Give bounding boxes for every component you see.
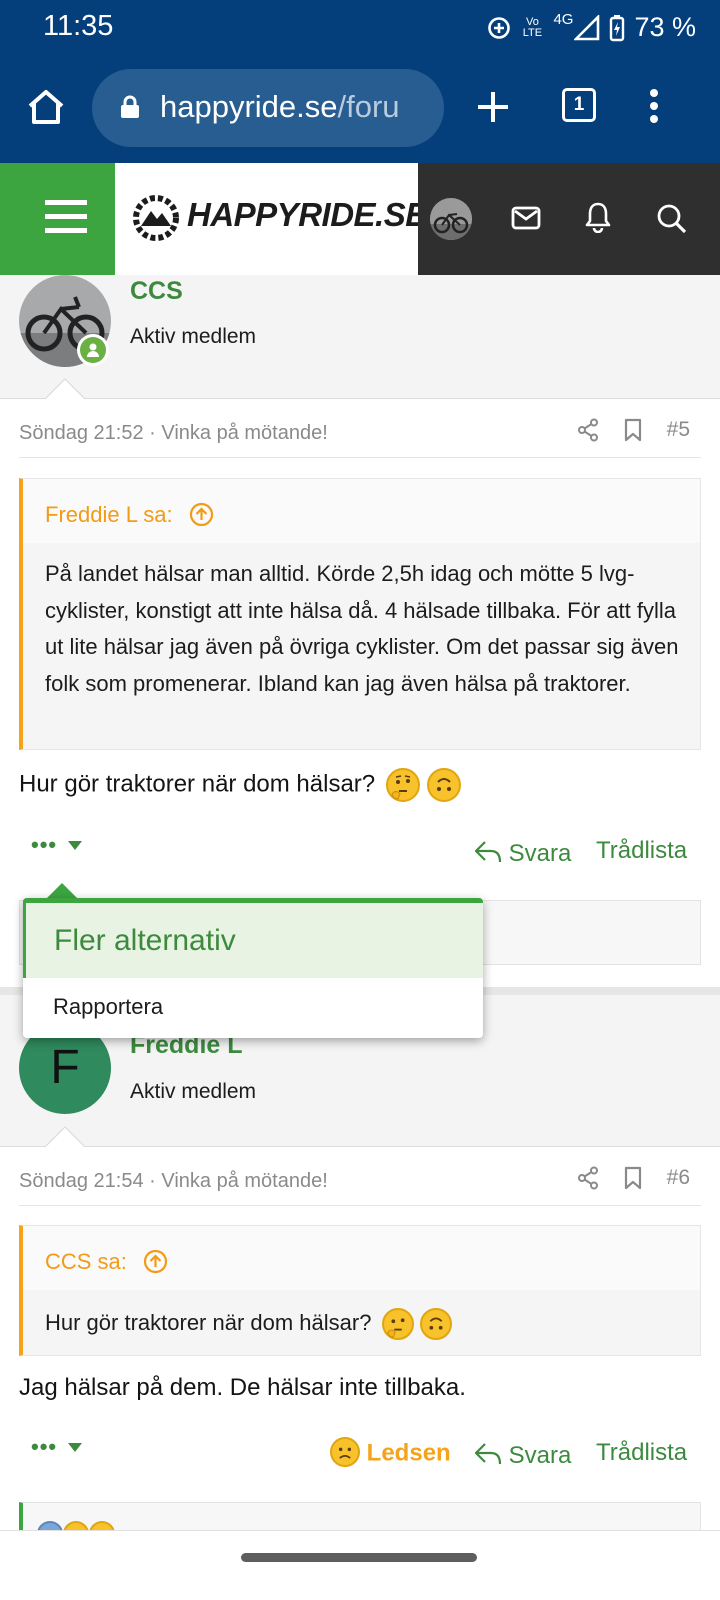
share-icon[interactable] [577,1166,599,1190]
user-icon [87,343,99,357]
home-icon[interactable] [25,86,67,128]
arrow-up-circle-icon [189,502,213,527]
quote-text: Hur gör traktorer när dom hälsar? [23,1290,700,1356]
status-bar: 11:35 Vo LTE 4G 73 % [0,0,720,56]
more-options-button[interactable]: ••• [31,1434,83,1460]
arrow-up-circle-icon [143,1249,168,1274]
avatar-letter: F [50,1041,80,1094]
more-menu-icon[interactable] [648,88,660,124]
reply-label: Svara [508,1442,572,1469]
quote-header[interactable]: Freddie L sa: [23,479,700,543]
post-tools: #6 [577,1166,690,1190]
user-avatar[interactable] [430,198,472,240]
url-host: happyride.se [160,89,338,124]
quote-text: På landet hälsar man alltid. Körde 2,5h … [45,561,679,696]
browser-toolbar: happyride.se/foru 1 [0,56,720,163]
quote-author: Freddie L sa: [45,502,173,527]
menu-title: Fler alternativ [23,898,483,978]
bell-icon[interactable] [584,201,612,233]
quote-author: CCS sa: [45,1249,127,1274]
upside-down-face-emoji [426,768,461,802]
bookmark-icon[interactable] [623,1166,643,1190]
status-time: 11:35 [43,10,114,42]
nav-bar [0,1530,720,1600]
more-options-menu: Fler alternativ Rapportera [23,898,483,1038]
network-type: 4G [553,11,574,28]
reply-arrow-icon [474,841,502,863]
post-author-block: CCS Aktiv medlem [0,275,720,399]
post-meta: Söndag 21:54 · Vinka på mötande! [19,1170,328,1193]
caret-down-icon [68,1443,83,1452]
bookmark-icon[interactable] [623,418,643,442]
battery-charging-icon [610,14,625,41]
divider [19,457,701,458]
thread-title: · Vinka på mötande! [149,422,328,444]
bike-avatar-icon [430,198,472,240]
post-date[interactable]: Söndag 21:52 [19,422,144,444]
site-logo[interactable]: HAPPYRIDE.SE [115,163,427,275]
quote-header[interactable]: CCS sa: [23,1226,700,1290]
upside-down-face-emoji [419,1308,452,1341]
tab-switcher-button[interactable]: 1 [562,88,596,122]
caret-down-icon [68,841,83,850]
lock-icon [121,95,139,118]
post-author-title: Aktiv medlem [130,1080,257,1103]
thread-list-link[interactable]: Trådlista [596,1439,687,1467]
reply-arrow-icon [474,1443,502,1465]
gear-mountain-logo-icon [133,195,179,241]
report-menu-item[interactable]: Rapportera [23,978,483,1038]
pointer-arrow [45,1126,85,1148]
thinking-face-emoji [381,1308,414,1341]
search-icon[interactable] [656,203,688,235]
quote-text-content: Hur gör traktorer när dom hälsar? [45,1310,372,1335]
data-saver-icon [488,16,511,39]
reply-label: Svara [508,840,572,867]
post-number[interactable]: #5 [667,418,690,442]
post-tools: #5 [577,418,690,442]
reply-button[interactable]: Svara [474,837,571,868]
divider [19,1205,701,1206]
gesture-handle[interactable] [241,1553,477,1562]
post-date[interactable]: Söndag 21:54 [19,1170,144,1192]
post-author-name[interactable]: CCS [130,277,183,306]
mail-icon[interactable] [511,205,541,231]
site-header: HAPPYRIDE.SE [0,163,720,275]
post-meta: Söndag 21:52 · Vinka på mötande! [19,422,328,445]
reaction-button[interactable]: Ledsen [330,1437,451,1469]
post-message: Jag hälsar på dem. De hälsar inte tillba… [19,1374,466,1401]
user-nav [418,163,720,275]
online-status-badge [77,334,109,366]
post-message: Hur gör traktorer när dom hälsar? [19,768,461,802]
share-icon[interactable] [577,418,599,442]
pointer-arrow [45,378,85,400]
post-actions: ••• Ledsen Svara Trådlista [0,1434,720,1474]
post-number[interactable]: #6 [667,1166,690,1190]
thread-title: · Vinka på mötande! [149,1170,328,1192]
new-tab-icon[interactable] [475,89,511,125]
quote-block: Freddie L sa: På landet hälsar man allti… [19,478,701,750]
thinking-face-emoji [385,768,420,802]
message-text: Hur gör traktorer när dom hälsar? [19,770,376,798]
post-author-title: Aktiv medlem [130,325,257,348]
more-options-button[interactable]: ••• [31,832,83,858]
reaction-label: Ledsen [366,1439,451,1467]
tab-count: 1 [573,94,585,115]
reply-button[interactable]: Svara [474,1439,571,1470]
logo-text: HAPPYRIDE.SE [187,196,427,233]
sad-face-emoji [330,1437,360,1467]
thread-list-link[interactable]: Trådlista [596,837,687,865]
address-bar[interactable]: happyride.se/foru [92,69,444,147]
volte-indicator: Vo LTE [522,15,543,39]
post-actions: ••• Svara Trådlista [0,832,720,872]
signal-icon [574,14,600,40]
url-path: /foru [337,89,400,124]
hamburger-menu-button[interactable] [0,163,115,275]
hamburger-icon [45,200,87,233]
battery-level: 73 % [634,12,696,42]
quote-block: CCS sa: Hur gör traktorer när dom hälsar… [19,1225,701,1356]
